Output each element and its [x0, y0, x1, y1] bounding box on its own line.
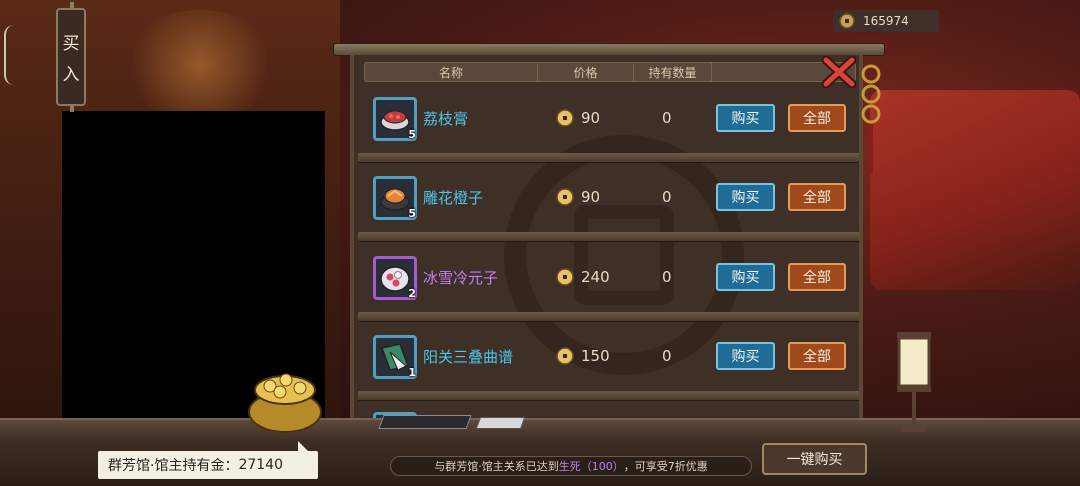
buy-side-tab[interactable]: 买 入: [56, 2, 86, 112]
buy-button[interactable]: 购买: [716, 263, 775, 291]
lychee-paste-bowl-icon[interactable]: 5: [373, 97, 417, 141]
item-name: 荔枝膏: [423, 110, 469, 128]
coin-icon: [556, 188, 574, 206]
buy-button[interactable]: 购买: [716, 183, 775, 211]
shelf-divider: [358, 312, 859, 322]
shelf-divider: [358, 232, 859, 242]
item-count: 1: [408, 366, 416, 379]
item-count: 2: [408, 287, 416, 300]
coin-icon: [556, 347, 574, 365]
item-row: 1 阳关三叠曲谱 150 0 购买 全部: [358, 329, 859, 401]
notice-relation: 生死（100）: [558, 460, 624, 473]
header-price: 价格: [537, 63, 633, 81]
item-held: 0: [662, 268, 672, 286]
side-tab-char-1: 买: [62, 34, 80, 54]
close-icon[interactable]: [822, 56, 856, 88]
background-red-rug: [870, 90, 1080, 290]
back-arc-icon[interactable]: [4, 25, 14, 85]
shelf-divider: [358, 153, 859, 163]
item-held: 0: [662, 347, 672, 365]
carved-orange-bowl-icon[interactable]: 5: [373, 176, 417, 220]
owner-gold-amount: 27140: [238, 457, 283, 473]
notice-prefix: 与群芳馆·馆主关系已达到: [434, 460, 559, 473]
notice-suffix: ，可享受7折优惠: [623, 460, 708, 473]
item-held: 0: [662, 188, 672, 206]
iced-dumpling-bowl-icon[interactable]: 2: [373, 256, 417, 300]
coin-chain-ornament-icon: [861, 64, 881, 174]
item-name: 雕花橙子: [423, 189, 484, 207]
paper-note: [475, 417, 526, 429]
owner-gold-text: 群芳馆·馆主持有金：: [108, 458, 239, 474]
buy-all-quantity-button[interactable]: 全部: [788, 104, 846, 132]
buy-button[interactable]: 购买: [716, 342, 775, 370]
music-score-icon[interactable]: 1: [373, 335, 417, 379]
side-tab-char-2: 入: [62, 65, 80, 85]
paper-lantern-icon: [897, 332, 931, 432]
item-price: 90: [581, 188, 601, 206]
item-row: 5 荔枝膏 90 0 购买 全部: [358, 91, 859, 163]
abacus-tray: [378, 415, 472, 429]
header-held: 持有数量: [633, 63, 711, 81]
item-price: 90: [581, 109, 601, 127]
buy-all-quantity-button[interactable]: 全部: [788, 342, 846, 370]
coin-icon: [556, 268, 574, 286]
buy-all-quantity-button[interactable]: 全部: [788, 183, 846, 211]
header-name: 名称: [438, 65, 463, 80]
coin-icon: [556, 109, 574, 127]
background-lamp-glow: [120, 10, 280, 120]
gold-treasure-pot-icon: [248, 373, 322, 433]
item-count: 5: [408, 128, 416, 141]
item-name: 冰雪冷元子: [423, 269, 499, 287]
currency-counter: 165974: [833, 10, 939, 32]
shelf-divider: [358, 391, 859, 401]
currency-amount: 165974: [863, 14, 909, 28]
owner-gold-label: 群芳馆·馆主持有金： 27140: [98, 441, 318, 479]
shop-cabinet: 名称 价格 持有数量 5 荔枝膏 90 0 购买 全部 5 雕花橙子 90 0 …: [350, 55, 863, 425]
one-click-buy-button[interactable]: 一键购买: [762, 443, 867, 475]
buy-button[interactable]: 购买: [716, 104, 775, 132]
item-name: 阳关三叠曲谱: [423, 348, 514, 366]
item-row: 2 冰雪冷元子 240 0 购买 全部: [358, 250, 859, 322]
item-price: 240: [581, 268, 610, 286]
coin-icon: [839, 13, 855, 29]
item-count: 5: [408, 207, 416, 220]
item-held: 0: [662, 109, 672, 127]
table-header: 名称 价格 持有数量: [364, 62, 856, 82]
item-row: 5 雕花橙子 90 0 购买 全部: [358, 170, 859, 242]
item-price: 150: [581, 347, 610, 365]
buy-all-quantity-button[interactable]: 全部: [788, 263, 846, 291]
relationship-notice: 与群芳馆·馆主关系已达到 生死（100） ，可享受7折优惠: [390, 456, 752, 476]
